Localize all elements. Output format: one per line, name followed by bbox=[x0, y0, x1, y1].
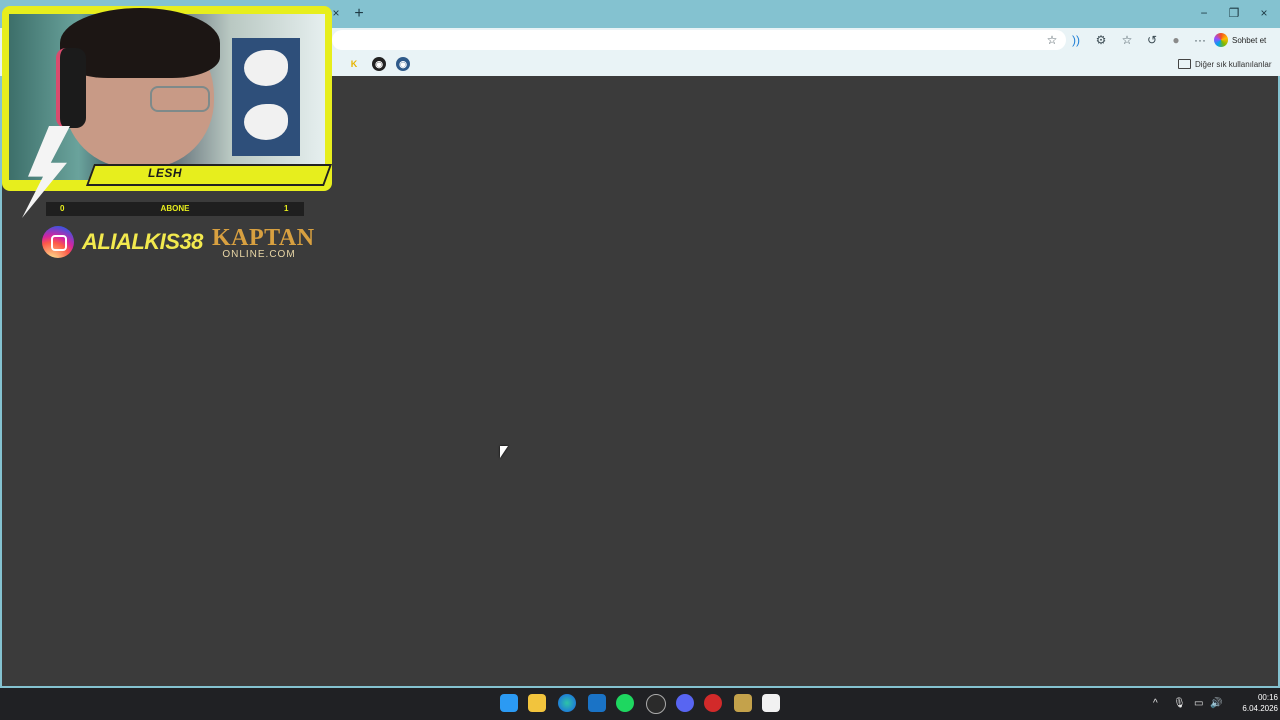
other-bookmarks-label: Diğer sık kullanılanlar bbox=[1195, 59, 1272, 69]
discord-icon[interactable] bbox=[676, 694, 694, 712]
more-options-icon[interactable]: ··· bbox=[1191, 31, 1209, 49]
extensions-icon[interactable]: ⚙ bbox=[1092, 31, 1110, 49]
start-menu-icon[interactable] bbox=[500, 694, 518, 712]
store-icon[interactable] bbox=[762, 694, 780, 712]
sponsor-logo-bottom: ONLINE.COM bbox=[222, 249, 296, 260]
bookmark-kaptan-icon[interactable]: K bbox=[347, 57, 361, 71]
subscriber-goal-target: 1 bbox=[284, 204, 289, 213]
instagram-icon-lens bbox=[51, 235, 67, 251]
maximize-button[interactable]: ❐ bbox=[1222, 4, 1246, 22]
minimize-button[interactable]: − bbox=[1192, 4, 1216, 22]
new-tab-button[interactable]: + bbox=[350, 5, 368, 23]
streamer-name: LESH bbox=[147, 166, 182, 180]
favorites-list-icon[interactable]: ☆ bbox=[1118, 31, 1136, 49]
eagle-emblem-icon bbox=[244, 104, 288, 140]
red-app-icon[interactable] bbox=[704, 694, 722, 712]
network-icon[interactable]: ▭ bbox=[1194, 697, 1203, 711]
folder-icon bbox=[1178, 59, 1191, 69]
spotify-icon[interactable] bbox=[616, 694, 634, 712]
tray-chevron-icon[interactable]: ^ bbox=[1153, 697, 1158, 711]
league-of-legends-icon[interactable] bbox=[734, 694, 752, 712]
address-bar[interactable] bbox=[332, 30, 1066, 50]
clock-date[interactable]: 6.04.2026 bbox=[1226, 704, 1278, 714]
clock-time[interactable]: 00:16 bbox=[1238, 693, 1278, 703]
outlook-icon[interactable] bbox=[588, 694, 606, 712]
other-bookmarks-folder[interactable]: Diğer sık kullanılanlar bbox=[1178, 57, 1271, 71]
glasses bbox=[150, 86, 210, 112]
bookmark-site-icon[interactable]: ◉ bbox=[372, 57, 386, 71]
microphone-icon[interactable]: 🎙 bbox=[1173, 697, 1186, 711]
read-aloud-icon[interactable]: )) bbox=[1067, 31, 1085, 49]
eagle-emblem-icon bbox=[244, 50, 288, 86]
volume-icon[interactable]: 🔊 bbox=[1210, 697, 1222, 711]
file-explorer-icon[interactable] bbox=[528, 694, 546, 712]
subscriber-goal-current: 0 bbox=[60, 204, 65, 213]
windows-taskbar bbox=[0, 688, 1280, 720]
copilot-chat-button[interactable]: Sohbet et bbox=[1214, 30, 1276, 50]
sponsor-logo-top: KAPTAN bbox=[212, 225, 315, 251]
instagram-handle: ALIALKIS38 bbox=[82, 229, 203, 254]
edge-browser-icon[interactable] bbox=[558, 694, 576, 712]
bookmark-site-blue-icon[interactable]: ◉ bbox=[396, 57, 410, 71]
copilot-icon bbox=[1214, 33, 1228, 47]
chat-button-label: Sohbet et bbox=[1232, 35, 1267, 45]
history-icon[interactable]: ↺ bbox=[1143, 31, 1161, 49]
steam-icon[interactable] bbox=[646, 694, 666, 714]
headset-icon bbox=[56, 48, 86, 128]
profile-icon[interactable]: ● bbox=[1167, 31, 1185, 49]
mouse-cursor-icon bbox=[500, 446, 508, 458]
favorite-star-icon[interactable]: ☆ bbox=[1043, 31, 1061, 49]
subscriber-goal-label: ABONE bbox=[160, 204, 190, 213]
close-window-button[interactable]: × bbox=[1252, 4, 1276, 22]
